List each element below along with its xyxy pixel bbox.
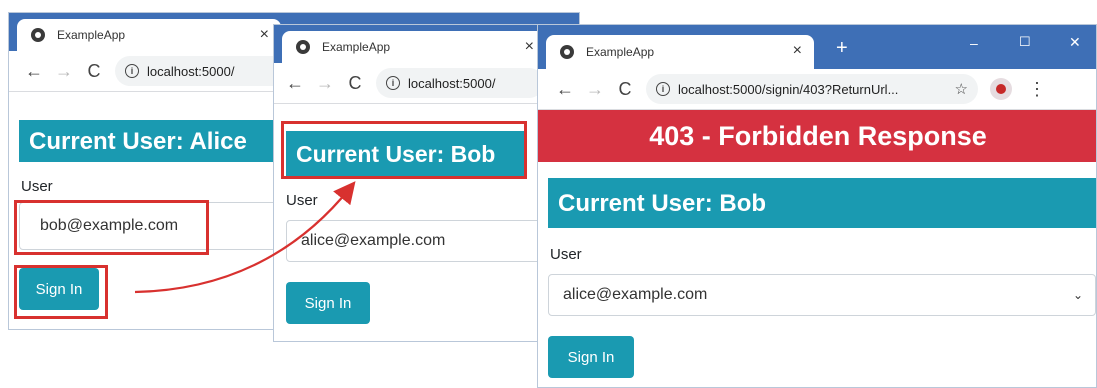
new-tab-button[interactable]: + (836, 37, 848, 60)
back-arrow-icon[interactable]: ← (280, 73, 310, 94)
highlight-heading (281, 121, 527, 179)
user-select-value: alice@example.com (563, 286, 708, 303)
highlight-user-select (14, 200, 209, 255)
maximize-button[interactable]: ☐ (1019, 34, 1031, 50)
user-select[interactable]: alice@example.com ⌄ (548, 274, 1096, 316)
star-icon[interactable]: ☆ (955, 80, 968, 98)
kebab-menu-icon[interactable]: ⋮ (1028, 79, 1046, 100)
back-arrow-icon[interactable]: ← (19, 61, 49, 82)
chrome-favicon-icon (560, 45, 574, 59)
current-user-heading: Current User: Alice (19, 120, 299, 162)
address-bar: ← → C i localhost:5000/signin/403?Return… (538, 69, 1096, 110)
url-field[interactable]: i localhost:5000/ (376, 68, 544, 98)
info-icon[interactable]: i (125, 64, 139, 78)
url-field[interactable]: i localhost:5000/signin/403?ReturnUrl...… (646, 74, 978, 104)
close-tab-icon[interactable]: × (260, 26, 269, 44)
reload-icon[interactable]: C (79, 61, 109, 82)
reload-icon[interactable]: C (340, 73, 370, 94)
browser-window-2: ExampleApp × ← → C i localhost:5000/ Cur… (273, 24, 545, 342)
forward-arrow-icon[interactable]: → (580, 79, 610, 100)
forward-arrow-icon[interactable]: → (310, 73, 340, 94)
chevron-down-icon: ⌄ (1072, 288, 1083, 302)
info-icon[interactable]: i (386, 76, 400, 90)
user-select[interactable]: alice@example.com (286, 220, 544, 262)
back-arrow-icon[interactable]: ← (550, 79, 580, 100)
highlight-sign-in-button (14, 265, 108, 319)
forward-arrow-icon[interactable]: → (49, 61, 79, 82)
browser-tab[interactable]: ExampleApp × (282, 31, 544, 63)
tab-title: ExampleApp (57, 28, 126, 42)
url-text: localhost:5000/ (408, 75, 496, 91)
url-text: localhost:5000/ (147, 63, 235, 79)
user-label: User (21, 178, 53, 195)
reload-icon[interactable]: C (610, 79, 640, 100)
user-label: User (550, 246, 582, 263)
tab-title: ExampleApp (586, 45, 655, 59)
info-icon[interactable]: i (656, 82, 670, 96)
close-tab-icon[interactable]: × (793, 42, 802, 60)
browser-tab[interactable]: ExampleApp × (17, 19, 281, 51)
forbidden-banner: 403 - Forbidden Response (538, 110, 1096, 162)
sign-in-button[interactable]: Sign In (286, 282, 370, 324)
current-user-heading: Current User: Bob (548, 178, 1096, 228)
chrome-favicon-icon (296, 40, 310, 54)
tab-title: ExampleApp (322, 40, 391, 54)
close-tab-icon[interactable]: × (525, 38, 534, 56)
profile-icon[interactable] (990, 78, 1012, 100)
browser-window-3: ExampleApp × + – ☐ ✕ ← → C i localhost:5… (537, 24, 1097, 388)
address-bar: ← → C i localhost:5000/ (274, 63, 544, 104)
chrome-favicon-icon (31, 28, 45, 42)
url-text: localhost:5000/signin/403?ReturnUrl... (678, 81, 899, 97)
minimize-button[interactable]: – (970, 35, 978, 51)
user-label: User (286, 192, 318, 209)
page-content: 403 - Forbidden Response Current User: B… (538, 110, 1096, 387)
browser-tab[interactable]: ExampleApp × (546, 35, 814, 69)
sign-in-button[interactable]: Sign In (548, 336, 634, 378)
forbidden-text: 403 - Forbidden Response (649, 120, 987, 151)
close-window-button[interactable]: ✕ (1069, 34, 1081, 51)
